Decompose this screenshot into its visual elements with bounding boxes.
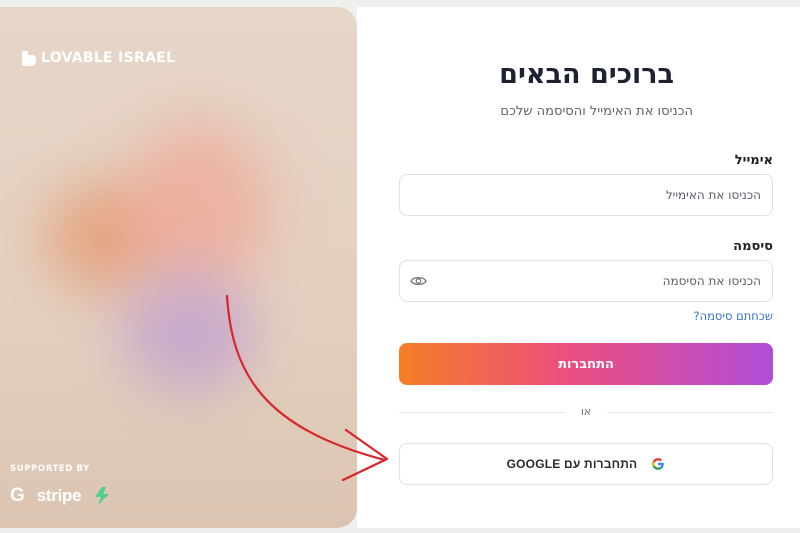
brand-logo: LOVABLE ISRAEL <box>22 50 175 66</box>
divider-or: או <box>580 405 592 418</box>
show-password-toggle[interactable] <box>409 273 427 289</box>
eye-icon <box>409 276 427 286</box>
lovable-heart-icon <box>22 50 36 66</box>
divider-line-right <box>607 412 773 413</box>
supported-by-label: SUPPORTED BY <box>10 464 90 474</box>
gradient-blob-lilac <box>180 307 240 367</box>
google-icon <box>652 458 665 470</box>
google-partner-logo: G <box>10 485 25 506</box>
page-title: ברוכים הבאים <box>499 59 674 90</box>
gradient-blob-pink <box>125 122 270 297</box>
login-button[interactable]: התחברות <box>399 343 773 385</box>
password-label: סיסמה <box>733 239 773 254</box>
google-login-label: התחברות עם GOOGLE <box>506 457 638 471</box>
bolt-icon <box>95 487 110 505</box>
email-field[interactable] <box>399 174 773 216</box>
partner-logos: G stripe <box>10 485 111 507</box>
email-label: אימייל <box>734 153 773 168</box>
google-login-button[interactable]: התחברות עם GOOGLE <box>399 443 773 485</box>
divider-line-left <box>399 412 565 413</box>
page-subtitle: הכניסו את האימייל והסיסמה שלכם <box>500 104 693 119</box>
hero-panel: LOVABLE ISRAEL SUPPORTED BY G stripe <box>0 7 357 528</box>
stripe-partner-logo: stripe <box>36 486 82 505</box>
forgot-password-link[interactable]: שכחתם סיסמה? <box>693 309 773 323</box>
brand-name: LOVABLE ISRAEL <box>41 50 176 66</box>
login-panel: ברוכים הבאים הכניסו את האימייל והסיסמה ש… <box>357 7 800 528</box>
password-field[interactable] <box>399 260 773 302</box>
